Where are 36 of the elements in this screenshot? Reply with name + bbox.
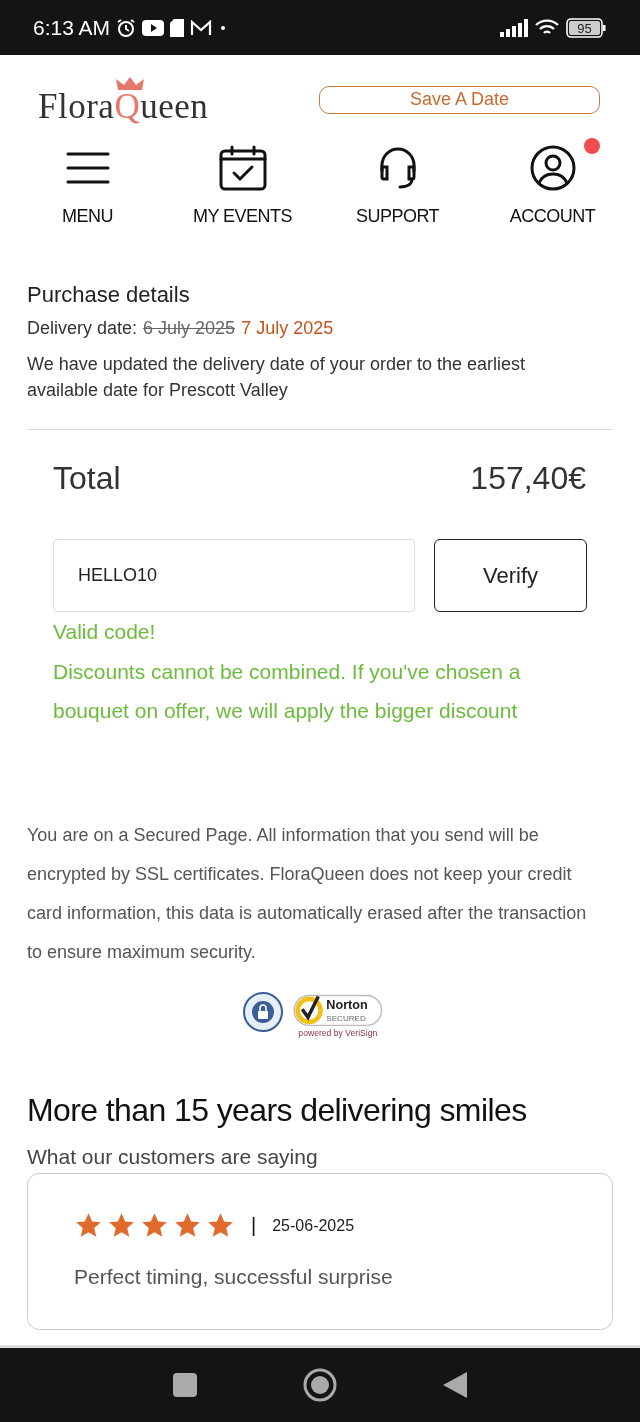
- review-text: Perfect timing, successful surprise: [74, 1265, 394, 1289]
- delivery-notice: We have updated the delivery date of your order to the earliest available date for Prescott Valley: [27, 351, 613, 430]
- new-delivery-date: 7 July 2025: [241, 318, 334, 339]
- review-date: 25-06-2025: [272, 1216, 355, 1235]
- old-delivery-date: 6 July 2025: [143, 318, 236, 339]
- user-circle-icon: [529, 145, 576, 191]
- alarm-icon: [116, 17, 137, 38]
- nav-item[interactable]: MENU: [10, 138, 165, 238]
- nav-item[interactable]: ACCOUNT: [475, 138, 630, 238]
- video-icon: [142, 19, 165, 36]
- nav-item[interactable]: MY EVENTS: [165, 138, 320, 238]
- sim-icon: [170, 18, 185, 37]
- battery-icon: 95: [566, 17, 606, 38]
- secure-seal-icon: [243, 992, 283, 1032]
- logo[interactable]: FloraQueen: [38, 69, 209, 130]
- separator: |: [251, 1214, 257, 1237]
- menu-icon: [65, 150, 110, 186]
- verify-button[interactable]: Verify: [434, 539, 587, 612]
- signal-icon: [500, 18, 528, 37]
- home-icon[interactable]: [303, 1368, 337, 1402]
- nav-item[interactable]: SUPPORT: [320, 138, 475, 238]
- reviews-subheading: What our customers are saying: [26, 1144, 319, 1169]
- delivery-label: Delivery date:: [27, 318, 138, 339]
- back-icon[interactable]: [443, 1372, 467, 1398]
- mail-icon: [190, 19, 213, 36]
- code-status: Valid code!: [53, 620, 157, 644]
- security-notice: You are on a Secured Page. All information that you send will be encrypted by SSL certificates. FloraQueen does not keep your credit card information, this data is automatically erased after the transaction to ensure maximum security.: [26, 824, 588, 964]
- total-label: Total: [53, 460, 121, 497]
- section-title: Purchase details: [27, 282, 191, 308]
- status-time: 6:13 AM: [33, 15, 111, 40]
- discount-message: Discounts cannot be combined. If you've chosen a bouquet on offer, we will apply the bigger discount: [53, 659, 522, 724]
- save-date-button[interactable]: Save A Date: [319, 85, 600, 114]
- calendar-check-icon: [218, 145, 267, 191]
- discount-code-field[interactable]: HELLO10: [53, 539, 415, 612]
- reviews-heading: More than 15 years delivering smiles: [26, 1091, 528, 1129]
- total-amount: 157,40€: [470, 460, 586, 497]
